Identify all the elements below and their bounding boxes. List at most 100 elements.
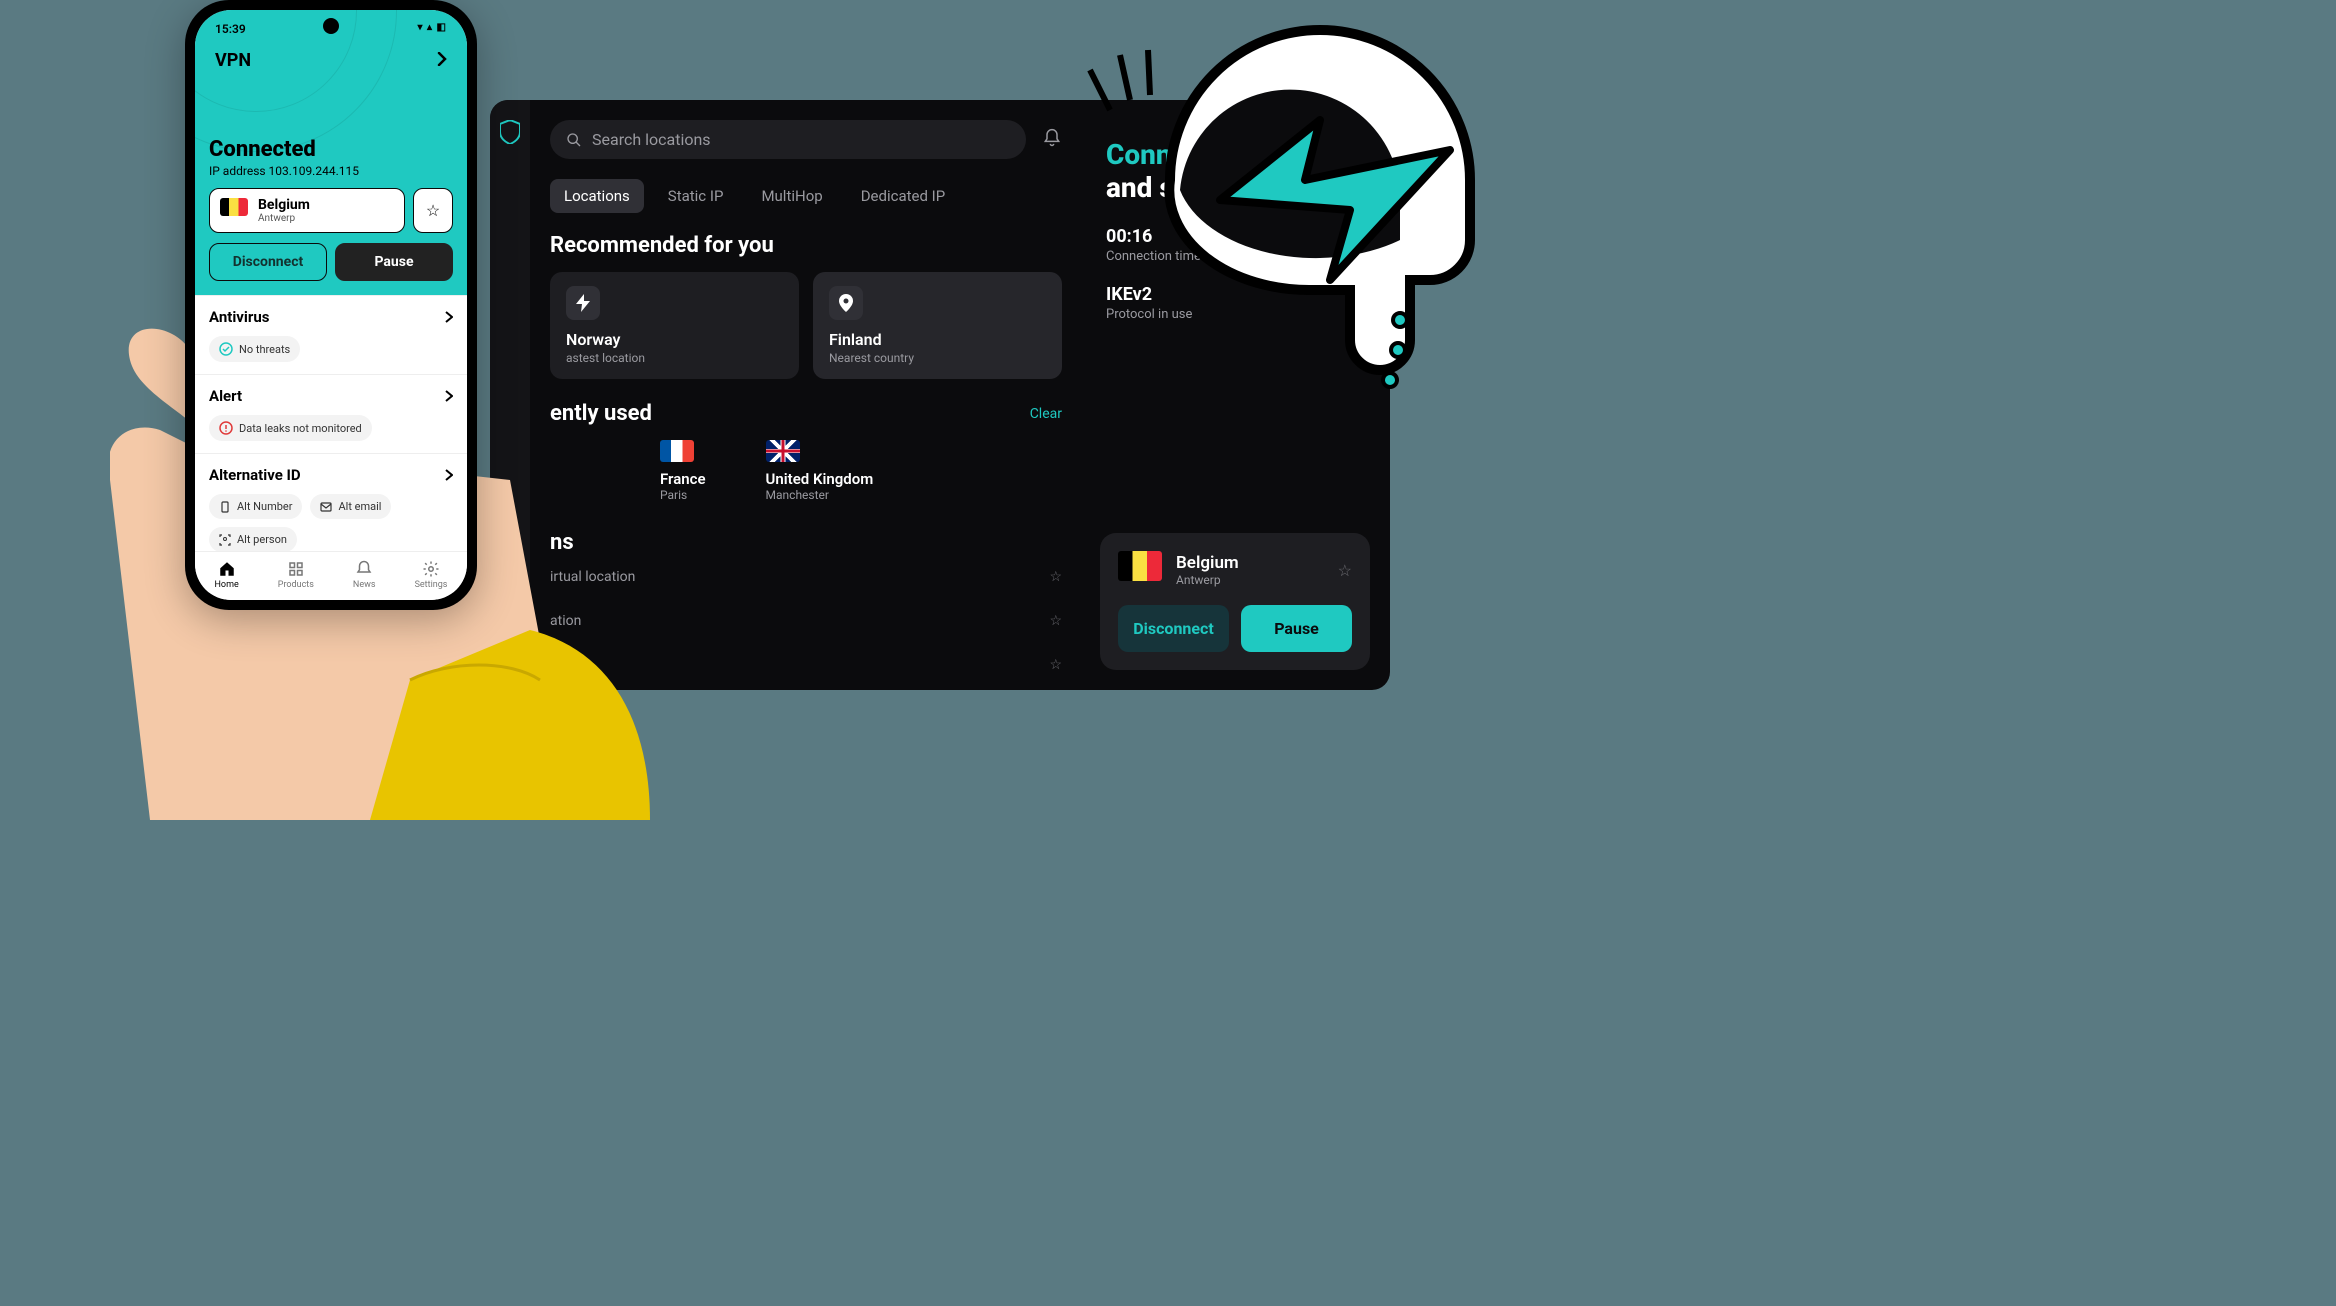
desktop-app: Search locations Locations Static IP Mul… (490, 100, 1390, 690)
section-title: Antivirus (209, 308, 269, 326)
alt-email-chip[interactable]: Alt email (310, 494, 391, 519)
shield-icon[interactable] (500, 120, 520, 148)
camera-notch (323, 18, 339, 34)
chip-label: Data leaks not monitored (239, 422, 362, 435)
scan-icon (219, 534, 231, 546)
location-label: ation (550, 657, 581, 673)
alert-chip: Data leaks not monitored (209, 415, 372, 441)
disconnect-button[interactable]: Disconnect (1118, 605, 1229, 652)
city: Manchester (766, 488, 874, 502)
chip-label: Alt email (338, 500, 381, 513)
alert-header[interactable]: Alert (209, 387, 453, 405)
desktop-main: Search locations Locations Static IP Mul… (530, 100, 1080, 690)
home-icon (218, 560, 236, 578)
chevron-right-icon (445, 390, 453, 402)
partial-number: 10 (1353, 210, 1374, 231)
reco-name: Finland (829, 330, 1046, 349)
tab-multihop[interactable]: MultiHop (747, 179, 836, 213)
city: Paris (660, 488, 706, 502)
section-antivirus: Antivirus No threats (195, 295, 467, 374)
clear-button[interactable]: Clear (1030, 406, 1062, 422)
reco-card-finland[interactable]: Finland Nearest country (813, 272, 1062, 379)
location-row[interactable]: ation ☆ (550, 643, 1062, 687)
nav-home[interactable]: Home (215, 560, 239, 590)
chevron-right-icon (445, 469, 453, 481)
location-row[interactable]: irtual location ☆ (550, 555, 1062, 599)
protocol-label: Protocol in use (1106, 307, 1364, 322)
recent-item-uk[interactable]: United Kingdom Manchester (766, 440, 874, 502)
location-label: irtual location (550, 569, 635, 585)
favorite-button[interactable]: ☆ (413, 188, 453, 233)
search-placeholder: Search locations (592, 130, 711, 149)
star-icon: ☆ (426, 201, 440, 220)
location-label: ation (550, 613, 581, 629)
search-icon (566, 132, 582, 148)
gear-icon (422, 560, 440, 578)
section-title: Alert (209, 387, 242, 405)
pin-icon (829, 286, 863, 320)
nav-products[interactable]: Products (278, 560, 314, 590)
check-circle-icon (219, 342, 233, 356)
tabs: Locations Static IP MultiHop Dedicated I… (550, 179, 1062, 213)
search-input[interactable]: Search locations (550, 120, 1026, 159)
tab-locations[interactable]: Locations (550, 179, 644, 213)
chip-label: Alt Number (237, 500, 292, 513)
nav-news[interactable]: News (353, 560, 376, 590)
mobile-body: Antivirus No threats Alert (195, 295, 467, 564)
locations-title: ns (550, 530, 1062, 555)
status-label: Connected (209, 137, 453, 162)
location-row[interactable]: ation ☆ (550, 599, 1062, 643)
antivirus-header[interactable]: Antivirus (209, 308, 453, 326)
chip-label: Alt person (237, 533, 287, 546)
pause-button[interactable]: Pause (335, 243, 453, 281)
chevron-right-icon (445, 311, 453, 323)
bell-icon (355, 560, 373, 578)
pause-button[interactable]: Pause (1241, 605, 1352, 652)
reco-sub: Nearest country (829, 351, 1046, 365)
reco-sub: astest location (566, 351, 783, 365)
tab-static-ip[interactable]: Static IP (654, 179, 738, 213)
alert-circle-icon (219, 421, 233, 435)
france-flag-icon (660, 440, 694, 462)
mobile-header-area: 15:39 ▾ ▴ ◧ VPN Connected IP address 103… (195, 10, 467, 295)
bottom-nav: Home Products News Settings (195, 551, 467, 600)
status-icons: ▾ ▴ ◧ (418, 22, 447, 36)
belgium-flag-icon (1118, 551, 1162, 581)
uk-flag-icon (766, 440, 800, 462)
alt-person-chip[interactable]: Alt person (209, 527, 297, 552)
topbar: Search locations (550, 120, 1062, 159)
recommended-title: Recommended for you (550, 233, 1062, 258)
server-city: Antwerp (258, 213, 310, 224)
star-icon[interactable]: ☆ (1049, 613, 1062, 629)
recent-item-france[interactable]: France Paris (660, 440, 706, 502)
star-icon[interactable]: ☆ (1049, 657, 1062, 673)
star-icon[interactable]: ☆ (1338, 561, 1352, 580)
altid-header[interactable]: Alternative ID (209, 466, 453, 484)
star-icon[interactable]: ☆ (1049, 569, 1062, 585)
country: France (660, 470, 706, 488)
ip-address: IP address 103.109.244.115 (209, 164, 453, 178)
recent-title: ently used (550, 401, 652, 426)
server-selector[interactable]: Belgium Antwerp (209, 188, 405, 233)
nav-settings[interactable]: Settings (415, 560, 448, 590)
lightning-icon (566, 286, 600, 320)
tab-dedicated-ip[interactable]: Dedicated IP (847, 179, 960, 213)
country: United Kingdom (766, 470, 874, 488)
desktop-sidebar (490, 100, 530, 690)
alt-number-chip[interactable]: Alt Number (209, 494, 302, 519)
vpn-header[interactable]: VPN (209, 36, 453, 81)
nav-label: Home (215, 580, 239, 590)
belgium-flag-icon (220, 198, 248, 216)
grid-icon (287, 560, 305, 578)
section-title: Alternative ID (209, 466, 301, 484)
no-threats-chip: No threats (209, 336, 300, 362)
right-panel: Connected and safe 10 00:16 Connection t… (1080, 100, 1390, 690)
protocol: IKEv2 (1106, 284, 1364, 305)
status-time: 15:39 (215, 22, 246, 36)
disconnect-button[interactable]: Disconnect (209, 243, 327, 281)
conn-city: Antwerp (1176, 573, 1324, 587)
nav-label: Settings (415, 580, 448, 590)
reco-card-norway[interactable]: Norway astest location (550, 272, 799, 379)
nav-label: Products (278, 580, 314, 590)
bell-icon[interactable] (1042, 128, 1062, 152)
